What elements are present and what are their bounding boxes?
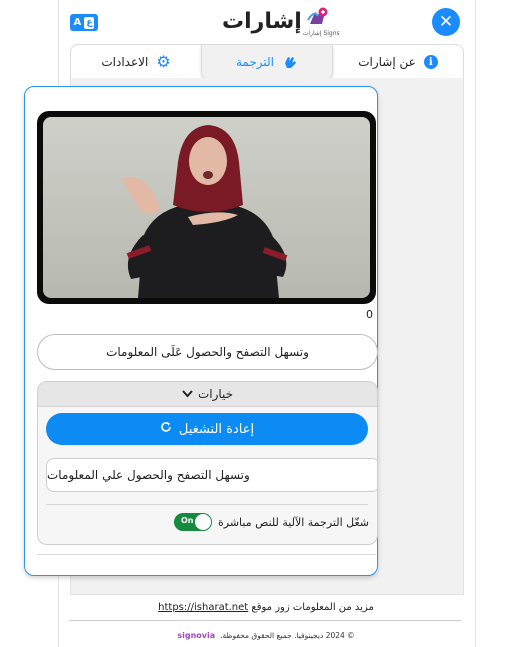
toggle-knob bbox=[195, 514, 211, 530]
page-title: إشارات bbox=[222, 8, 302, 34]
toggle-state-label: On bbox=[181, 516, 194, 525]
tab-settings[interactable]: ⚙ الاعدادات bbox=[71, 45, 201, 79]
close-icon: ✕ bbox=[438, 12, 454, 32]
lang-a-label: A bbox=[73, 17, 82, 28]
replay-label: إعادة التشغيل bbox=[178, 421, 255, 437]
divider bbox=[37, 554, 376, 555]
brand: إشارات إشارات Signs bbox=[222, 6, 340, 37]
isharat-logo: إشارات Signs bbox=[303, 6, 340, 37]
sign-hand-icon bbox=[285, 57, 297, 68]
sign-video[interactable] bbox=[37, 111, 376, 304]
tab-bar: i عن إشارات الترجمة ⚙ الاعدادات bbox=[70, 44, 464, 79]
sentence-item[interactable]: وتسهل التصفح والحصول علي المعلومات bbox=[46, 458, 377, 492]
auto-translate-toggle[interactable]: On bbox=[174, 513, 212, 531]
tab-about-label: عن إشارات bbox=[358, 55, 416, 69]
lang-z-label: ع bbox=[84, 16, 95, 29]
close-button[interactable]: ✕ bbox=[432, 8, 460, 36]
video-frame-counter: 0 bbox=[366, 308, 373, 321]
replay-button[interactable]: إعادة التشغيل bbox=[46, 413, 368, 445]
translated-text: وتسهل التصفح والحصول عَلَى المعلومات bbox=[37, 334, 378, 370]
tab-translation[interactable]: الترجمة bbox=[201, 45, 333, 79]
language-toggle-button[interactable]: A ع bbox=[70, 14, 98, 31]
tab-settings-label: الاعدادات bbox=[101, 55, 149, 69]
chevron-down-icon bbox=[182, 387, 193, 401]
auto-translate-label: شغّل الترجمة الآلية للنص مباشرة bbox=[218, 515, 369, 529]
signer-video-image bbox=[43, 117, 370, 298]
auto-translate-row: شغّل الترجمة الآلية للنص مباشرة On bbox=[174, 513, 369, 531]
options-toggle[interactable]: خيارات bbox=[38, 382, 377, 407]
divider bbox=[46, 504, 368, 505]
logo-subtitle: إشارات Signs bbox=[302, 30, 340, 37]
gear-icon: ⚙ bbox=[156, 52, 171, 71]
video-frame bbox=[43, 117, 370, 298]
options-label: خيارات bbox=[197, 387, 234, 401]
refresh-icon bbox=[160, 421, 172, 437]
tab-about[interactable]: i عن إشارات bbox=[333, 45, 463, 79]
options-panel: خيارات إعادة التشغيل وتسهل التصفح والحصو… bbox=[37, 381, 378, 545]
tab-translation-label: الترجمة bbox=[235, 55, 275, 69]
info-icon: i bbox=[423, 55, 438, 69]
